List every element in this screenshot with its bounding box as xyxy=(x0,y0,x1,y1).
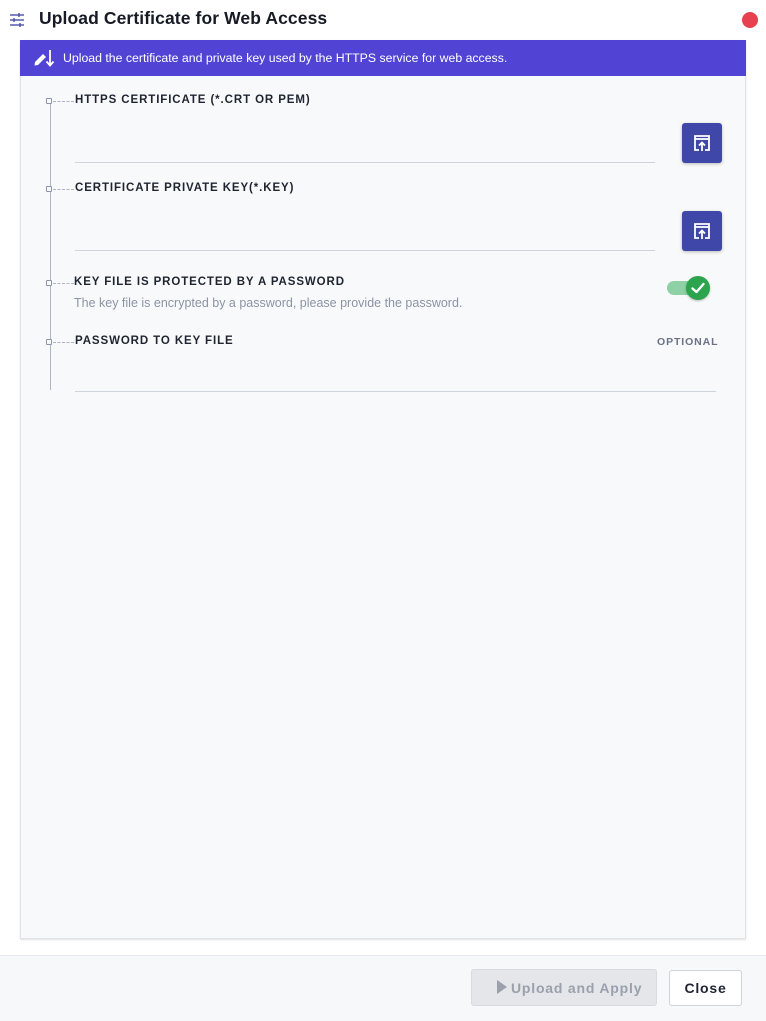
upload-and-apply-label: Upload and Apply xyxy=(511,980,643,996)
tree-node xyxy=(46,280,52,286)
password-protected-help: The key file is encrypted by a password,… xyxy=(74,296,463,310)
tree-branch xyxy=(53,342,74,343)
password-protected-toggle[interactable] xyxy=(666,276,712,302)
info-banner: Upload the certificate and private key u… xyxy=(20,40,746,76)
private-key-field[interactable] xyxy=(75,250,655,251)
upload-file-icon xyxy=(694,223,710,239)
password-protected-label: KEY FILE IS PROTECTED BY A PASSWORD xyxy=(74,276,345,288)
upload-file-icon xyxy=(694,135,710,151)
window-titlebar: Upload Certificate for Web Access xyxy=(0,0,766,40)
tree-node xyxy=(46,98,52,104)
form-panel xyxy=(20,40,746,939)
https-certificate-label: HTTPS CERTIFICATE (*.CRT OR PEM) xyxy=(75,94,311,106)
tree-connector xyxy=(50,101,51,390)
upload-private-key-button[interactable] xyxy=(682,211,722,251)
key-password-label: PASSWORD TO KEY FILE xyxy=(75,335,234,347)
close-button-label: Close xyxy=(684,980,727,996)
key-password-field[interactable] xyxy=(75,391,716,392)
close-button[interactable]: Close xyxy=(669,970,742,1006)
sliders-icon xyxy=(9,12,25,28)
tree-branch xyxy=(53,101,74,102)
window-title: Upload Certificate for Web Access xyxy=(39,8,328,28)
play-icon xyxy=(497,980,507,994)
toggle-knob xyxy=(686,276,710,300)
https-certificate-field[interactable] xyxy=(75,162,655,163)
private-key-label: CERTIFICATE PRIVATE KEY(*.KEY) xyxy=(75,182,295,194)
tree-branch xyxy=(53,189,74,190)
tree-node xyxy=(46,186,52,192)
optional-tag: OPTIONAL xyxy=(657,336,719,348)
tree-node xyxy=(46,339,52,345)
check-icon xyxy=(691,282,705,294)
tree-branch xyxy=(53,283,74,284)
upload-certificate-button[interactable] xyxy=(682,123,722,163)
upload-and-apply-button[interactable]: Upload and Apply xyxy=(471,969,657,1006)
banner-text: Upload the certificate and private key u… xyxy=(63,51,508,65)
close-dot-icon[interactable] xyxy=(742,12,758,28)
write-down-icon xyxy=(33,48,55,68)
